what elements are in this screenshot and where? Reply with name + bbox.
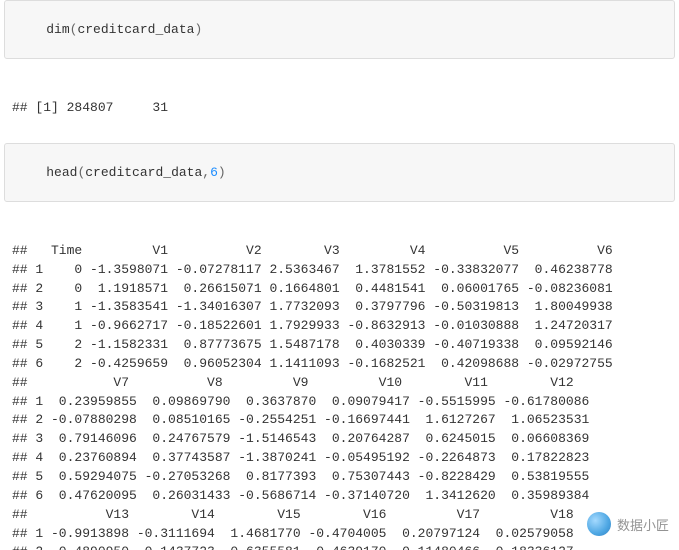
code-cell-head[interactable]: head(creditcard_data,6) <box>4 143 675 202</box>
arg-ident: creditcard_data <box>85 165 202 180</box>
code-line: dim(creditcard_data) <box>15 7 664 52</box>
watermark: 数据小匠 <box>587 512 669 536</box>
paren-close: ) <box>218 165 226 180</box>
output-dim: ## [1] 284807 31 <box>4 63 675 143</box>
watermark-text: 数据小匠 <box>617 515 669 534</box>
avatar-icon <box>587 512 611 536</box>
fn-name: dim <box>46 22 69 37</box>
comma: , <box>202 165 210 180</box>
output-head: ## Time V1 V2 V3 V4 V5 V6 ## 1 0 -1.3598… <box>4 206 675 550</box>
arg-number: 6 <box>210 165 218 180</box>
paren-close: ) <box>194 22 202 37</box>
arg-ident: creditcard_data <box>77 22 194 37</box>
output-text: ## Time V1 V2 V3 V4 V5 V6 ## 1 0 -1.3598… <box>12 242 671 550</box>
code-line: head(creditcard_data,6) <box>15 150 664 195</box>
fn-name: head <box>46 165 77 180</box>
output-text: ## [1] 284807 31 <box>12 99 671 118</box>
code-cell-dim[interactable]: dim(creditcard_data) <box>4 0 675 59</box>
